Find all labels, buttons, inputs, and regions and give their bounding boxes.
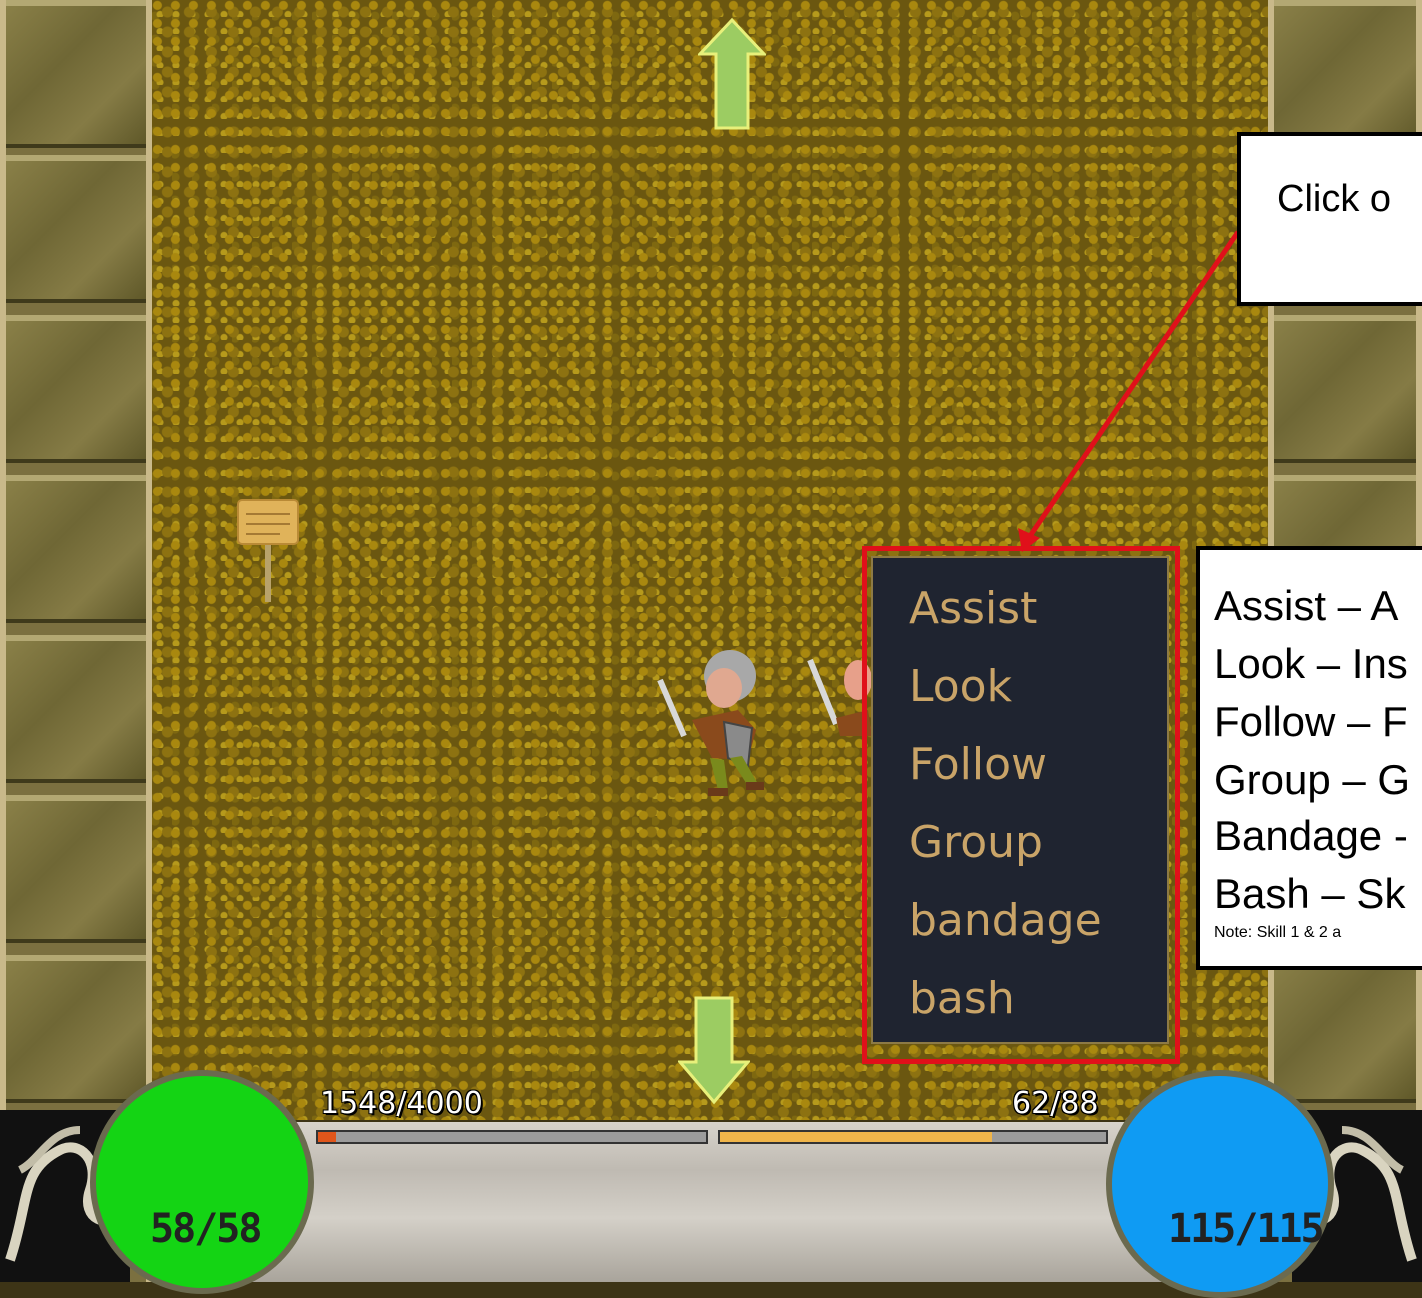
menu-item-group[interactable]: Group — [873, 812, 1167, 890]
mana-orb[interactable] — [1106, 1070, 1334, 1298]
wall-panel — [6, 635, 146, 783]
note-text: Note: Skill 1 & 2 a — [1214, 924, 1342, 941]
callout-line-1: Click o — [1277, 178, 1392, 220]
wall-panel — [1274, 955, 1416, 1103]
wall-panel — [6, 955, 146, 1103]
instruction-callout: Click o a — [1237, 132, 1422, 306]
wall-panel — [6, 795, 146, 943]
player-character[interactable] — [652, 640, 768, 800]
health-value: 58/58 — [150, 1206, 262, 1252]
wall-panel — [6, 475, 146, 623]
hud-bar — [210, 1122, 1210, 1282]
experience-fill — [318, 1132, 469, 1142]
menu-item-bash[interactable]: bash — [873, 968, 1167, 1046]
command-desc: Follow – F — [1214, 698, 1408, 745]
context-menu: Assist Look Follow Group bandage bash — [871, 556, 1169, 1044]
command-desc: Bash – Sk — [1214, 870, 1406, 917]
stamina-value: 62/88 — [1012, 1086, 1099, 1121]
arrow-up-icon[interactable] — [698, 18, 766, 130]
wall-panel — [1274, 0, 1416, 148]
menu-item-follow[interactable]: Follow — [873, 734, 1167, 812]
menu-item-look[interactable]: Look — [873, 656, 1167, 734]
wall-panel — [6, 0, 146, 148]
command-desc: Assist – A — [1214, 582, 1399, 629]
signpost-icon[interactable] — [236, 498, 300, 606]
wall-panel — [1274, 315, 1416, 463]
experience-value: 1548/4000 — [320, 1086, 483, 1121]
left-wall — [0, 0, 152, 1282]
health-orb[interactable] — [90, 1070, 314, 1294]
wall-panel — [6, 315, 146, 463]
experience-bar — [316, 1130, 708, 1144]
menu-item-assist[interactable]: Assist — [873, 578, 1167, 656]
command-desc: Bandage - — [1214, 812, 1408, 859]
arrow-down-icon[interactable] — [678, 996, 750, 1106]
stamina-fill — [720, 1132, 993, 1142]
stamina-bar — [718, 1130, 1108, 1144]
wall-panel — [6, 155, 146, 303]
menu-item-bandage[interactable]: bandage — [873, 890, 1167, 968]
commands-callout: Assist – A Look – Ins Follow – F Group –… — [1196, 546, 1422, 970]
mana-value: 115/115 — [1168, 1206, 1325, 1252]
command-desc: Group – G — [1214, 756, 1411, 803]
command-desc: Look – Ins — [1214, 640, 1408, 687]
